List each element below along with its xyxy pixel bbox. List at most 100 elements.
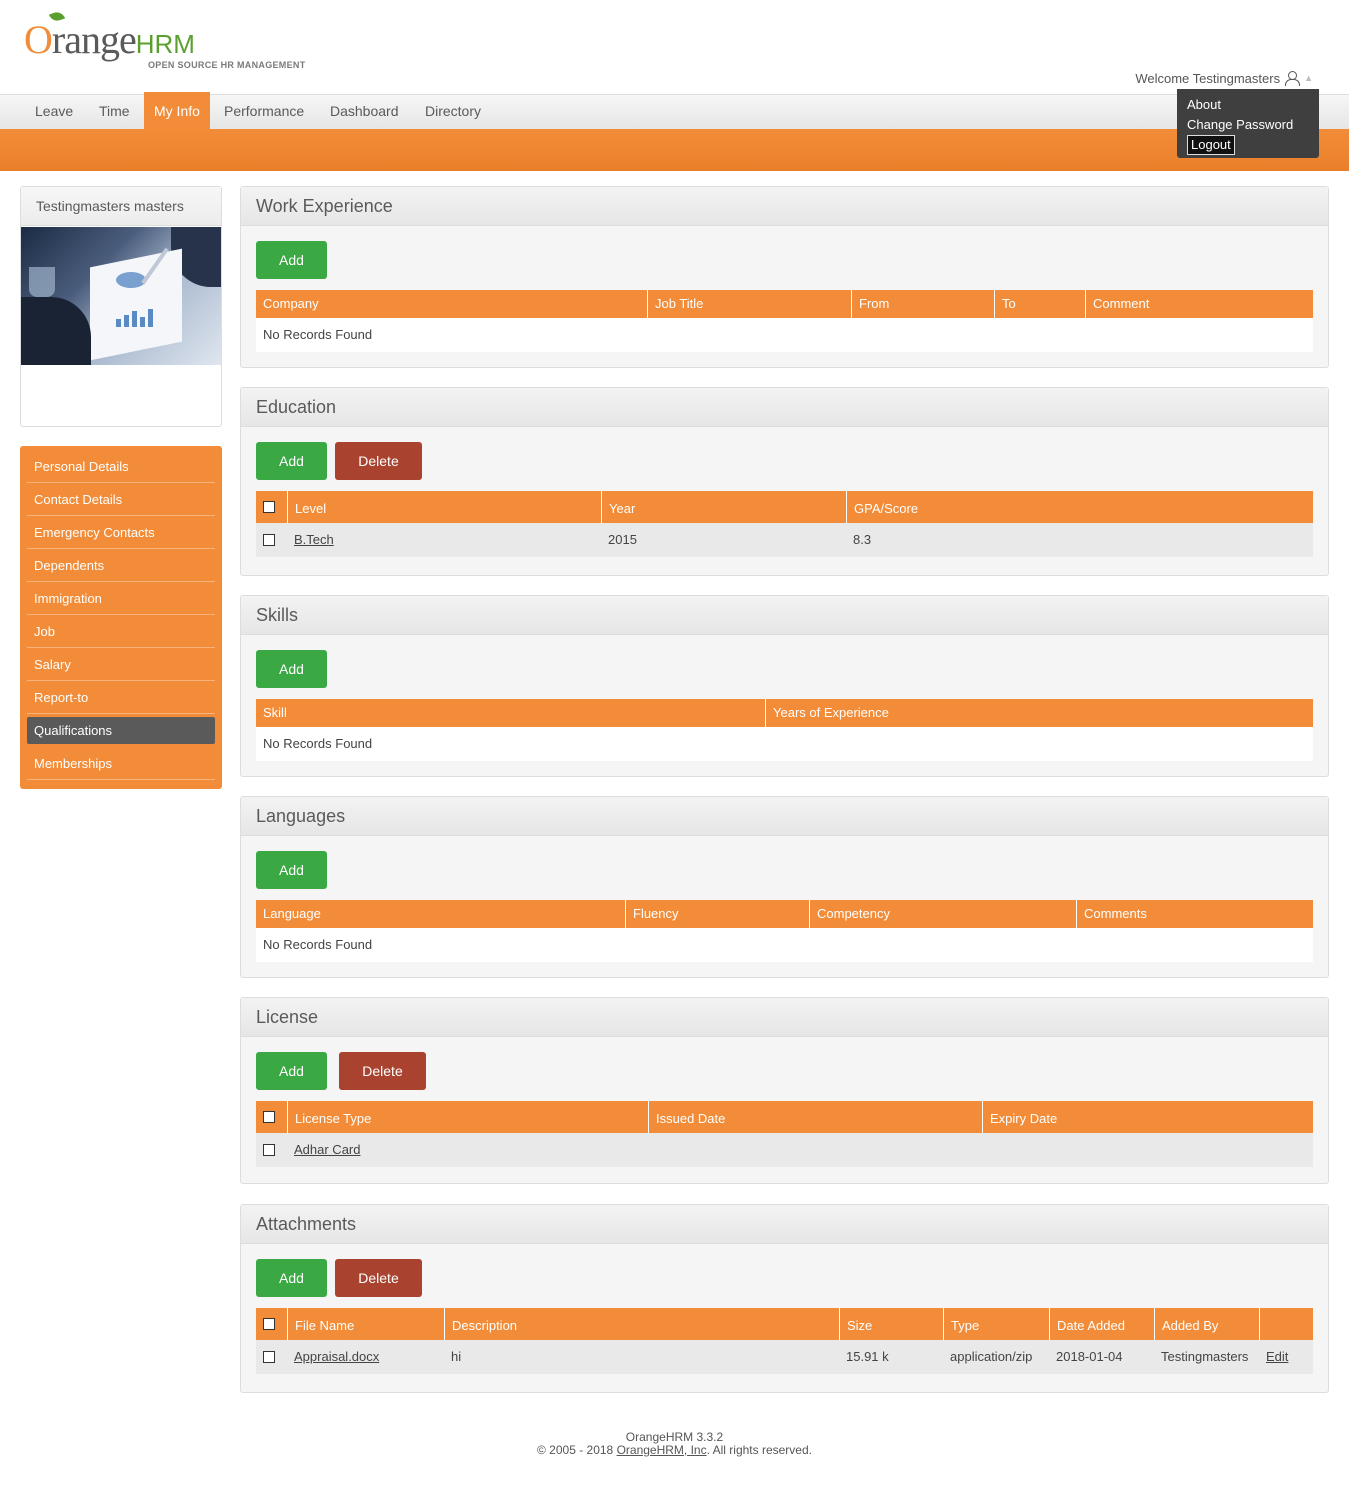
column-header: Competency xyxy=(809,900,1076,928)
menu-change-password[interactable]: Change Password xyxy=(1187,115,1309,135)
empty-message: No Records Found xyxy=(263,327,373,342)
welcome-text[interactable]: Welcome Testingmasters xyxy=(1135,71,1280,86)
logo-tagline: OPEN SOURCE HR MANAGEMENT xyxy=(148,60,306,70)
footer-copyright-prefix: © 2005 - 2018 xyxy=(537,1443,617,1457)
education-level-link[interactable]: B.Tech xyxy=(287,523,334,557)
file-type: application/zip xyxy=(950,1349,1033,1364)
languages-table: Language Fluency Competency Comments No … xyxy=(256,900,1313,962)
sidebar-item-contact-details[interactable]: Contact Details xyxy=(27,483,215,516)
column-header: From xyxy=(851,290,994,318)
sidebar-item-dependents[interactable]: Dependents xyxy=(27,549,215,582)
file-name-link[interactable]: Appraisal.docx xyxy=(287,1340,379,1374)
education-panel: Education Add Delete Level Year GPA/Scor… xyxy=(240,387,1329,576)
column-header: Job Title xyxy=(647,290,851,318)
column-header: File Name xyxy=(287,1308,444,1340)
delete-attachment-button[interactable]: Delete xyxy=(335,1259,422,1297)
column-header: Expiry Date xyxy=(982,1101,1313,1133)
panel-title: Attachments xyxy=(241,1205,1328,1244)
add-skill-button[interactable]: Add xyxy=(256,650,327,688)
languages-panel: Languages Add Language Fluency Competenc… xyxy=(240,796,1329,978)
empty-message: No Records Found xyxy=(263,937,373,952)
add-attachment-button[interactable]: Add xyxy=(256,1259,327,1297)
caret-up-icon[interactable]: ▲ xyxy=(1304,73,1313,83)
attachments-panel: Attachments Add Delete File Name Descrip… xyxy=(240,1204,1329,1393)
file-added-by: Testingmasters xyxy=(1161,1349,1249,1364)
column-header: Comment xyxy=(1085,290,1313,318)
add-license-button[interactable]: Add xyxy=(256,1052,327,1090)
column-header: To xyxy=(994,290,1085,318)
tab-dashboard[interactable]: Dashboard xyxy=(320,92,409,130)
file-description: hi xyxy=(451,1349,462,1364)
sidebar-item-job[interactable]: Job xyxy=(27,615,215,648)
tab-leave[interactable]: Leave xyxy=(25,92,83,130)
column-header: Year xyxy=(601,491,846,523)
column-header: Size xyxy=(839,1308,943,1340)
select-all-checkbox[interactable] xyxy=(263,1111,275,1123)
education-score: 8.3 xyxy=(853,532,872,547)
welcome-menu[interactable]: Welcome Testingmasters ▲ xyxy=(1135,70,1313,86)
table-row: No Records Found xyxy=(256,727,1313,761)
menu-about[interactable]: About xyxy=(1187,95,1309,115)
column-header: Type xyxy=(943,1308,1049,1340)
row-checkbox[interactable] xyxy=(263,534,275,546)
license-panel: License Add Delete License Type Issued D… xyxy=(240,997,1329,1184)
logo-text: range xyxy=(51,17,137,62)
license-type-link[interactable]: Adhar Card xyxy=(287,1133,360,1167)
delete-license-button[interactable]: Delete xyxy=(339,1052,426,1090)
profile-name: Testingmasters masters xyxy=(21,187,221,226)
select-all-checkbox[interactable] xyxy=(263,501,275,513)
column-header: Description xyxy=(444,1308,839,1340)
user-dropdown: About Change Password Logout xyxy=(1177,89,1319,158)
delete-education-button[interactable]: Delete xyxy=(335,442,422,480)
column-header: GPA/Score xyxy=(846,491,1313,523)
logo-o: O xyxy=(24,17,53,62)
sidebar-item-memberships[interactable]: Memberships xyxy=(27,747,215,780)
column-header: Date Added xyxy=(1049,1308,1154,1340)
row-checkbox[interactable] xyxy=(263,1351,275,1363)
logo-hrm: HRM xyxy=(135,29,195,59)
column-header: Company xyxy=(263,296,319,311)
profile-card: Testingmasters masters xyxy=(20,186,222,427)
tab-time[interactable]: Time xyxy=(89,92,140,130)
empty-message: No Records Found xyxy=(263,736,373,751)
file-size: 15.91 k xyxy=(846,1349,889,1364)
footer-company-link[interactable]: OrangeHRM, Inc xyxy=(617,1443,707,1457)
education-year: 2015 xyxy=(608,532,637,547)
file-date-added: 2018-01-04 xyxy=(1056,1349,1123,1364)
column-header-edit xyxy=(1259,1308,1313,1340)
license-table: License Type Issued Date Expiry Date Adh… xyxy=(256,1101,1313,1167)
column-header: Added By xyxy=(1154,1308,1259,1340)
education-table: Level Year GPA/Score B.Tech 2015 8.3 xyxy=(256,491,1313,557)
sidebar-item-personal-details[interactable]: Personal Details xyxy=(27,450,215,483)
tab-performance[interactable]: Performance xyxy=(214,92,314,130)
profile-photo[interactable] xyxy=(21,227,221,365)
main-menu: Leave Time My Info Performance Dashboard… xyxy=(0,92,1349,130)
tab-directory[interactable]: Directory xyxy=(415,92,491,130)
table-row: No Records Found xyxy=(256,928,1313,962)
sidebar-item-report-to[interactable]: Report-to xyxy=(27,681,215,714)
tab-my-info[interactable]: My Info xyxy=(144,92,210,130)
table-row: Adhar Card xyxy=(256,1133,1313,1167)
footer-copyright-suffix: . All rights reserved. xyxy=(706,1443,812,1457)
sidebar-item-qualifications[interactable]: Qualifications xyxy=(27,717,215,744)
attachments-table: File Name Description Size Type Date Add… xyxy=(256,1308,1313,1374)
add-work-experience-button[interactable]: Add xyxy=(256,241,327,279)
column-header: Skill xyxy=(263,705,287,720)
select-all-checkbox[interactable] xyxy=(263,1318,275,1330)
skills-panel: Skills Add Skill Years of Experience No … xyxy=(240,595,1329,777)
column-header: Issued Date xyxy=(648,1101,982,1133)
panel-title: Work Experience xyxy=(241,187,1328,226)
menu-logout[interactable]: Logout xyxy=(1187,135,1235,155)
add-language-button[interactable]: Add xyxy=(256,851,327,889)
add-education-button[interactable]: Add xyxy=(256,442,327,480)
orangehrm-logo: OrangeHRM OPEN SOURCE HR MANAGEMENT xyxy=(24,9,314,72)
sidebar-item-emergency-contacts[interactable]: Emergency Contacts xyxy=(27,516,215,549)
table-row: Appraisal.docx hi 15.91 k application/zi… xyxy=(256,1340,1313,1374)
work-experience-table: Company Job Title From To Comment No Rec… xyxy=(256,290,1313,352)
row-checkbox[interactable] xyxy=(263,1144,275,1156)
sidebar-item-salary[interactable]: Salary xyxy=(27,648,215,681)
edit-attachment-link[interactable]: Edit xyxy=(1259,1340,1288,1374)
footer: OrangeHRM 3.3.2 © 2005 - 2018 OrangeHRM,… xyxy=(0,1431,1349,1457)
user-icon[interactable] xyxy=(1284,70,1301,86)
sidebar-item-immigration[interactable]: Immigration xyxy=(27,582,215,615)
